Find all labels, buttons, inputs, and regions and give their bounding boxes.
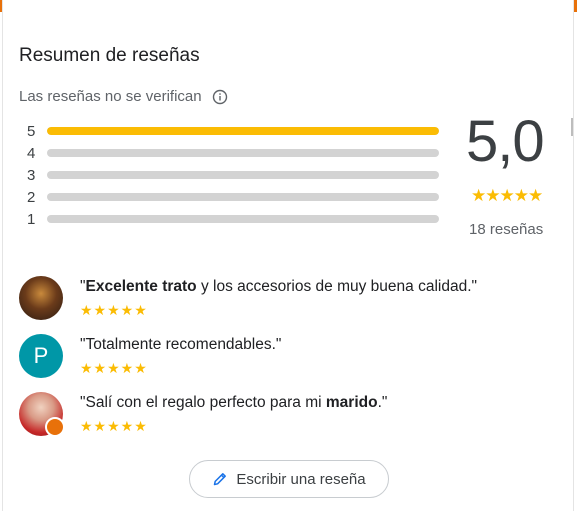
rating-row-label: 1: [27, 210, 36, 228]
rating-row-label: 2: [27, 188, 36, 206]
rating-row-1[interactable]: 1: [27, 208, 439, 230]
rating-row-4[interactable]: 4: [27, 142, 439, 164]
review-body: "Totalmente recomendables." ★★★★★: [80, 334, 281, 378]
review-stars: ★★★★★: [80, 360, 148, 376]
review-text-post: .": [377, 394, 388, 411]
rating-row-3[interactable]: 3: [27, 164, 439, 186]
review-highlight: Excelente trato: [85, 278, 197, 295]
rating-row-label: 5: [27, 122, 36, 140]
average-stars: ★★★★★: [471, 186, 543, 205]
review-item[interactable]: "Salí con el regalo perfecto para mi mar…: [19, 392, 387, 437]
review-item[interactable]: "Excelente trato y los accesorios de muy…: [19, 276, 477, 320]
review-body: "Excelente trato y los accesorios de muy…: [80, 276, 477, 320]
avatar[interactable]: [19, 276, 63, 320]
local-guide-badge-icon: [45, 417, 65, 437]
avatar[interactable]: [19, 392, 65, 437]
total-reviews-link[interactable]: 18 reseñas: [469, 221, 543, 238]
rating-bar-track: [47, 193, 439, 201]
scrollbar-thumb[interactable]: [571, 118, 573, 136]
average-rating: 5,0: [466, 109, 545, 174]
rating-bar-track: [47, 215, 439, 223]
rating-row-label: 3: [27, 166, 36, 184]
verification-note-text: Las reseñas no se verifican: [19, 88, 202, 105]
write-review-label: Escribir una reseña: [236, 470, 366, 488]
write-review-button[interactable]: Escribir una reseña: [189, 460, 389, 498]
review-text: "Excelente trato y los accesorios de muy…: [80, 278, 477, 296]
pencil-icon: [214, 473, 227, 486]
avatar[interactable]: P: [19, 334, 63, 378]
rating-bar-fill: [47, 127, 439, 135]
rating-bar-track: [47, 171, 439, 179]
rating-row-label: 4: [27, 144, 36, 162]
review-body: "Salí con el regalo perfecto para mi mar…: [80, 392, 387, 436]
rating-row-2[interactable]: 2: [27, 186, 439, 208]
review-stars: ★★★★★: [80, 302, 148, 318]
review-item[interactable]: P "Totalmente recomendables." ★★★★★: [19, 334, 281, 378]
verification-note: Las reseñas no se verifican: [19, 88, 228, 105]
review-highlight: marido: [325, 394, 378, 411]
reviews-summary-panel: Resumen de reseñas Las reseñas no se ver…: [2, 0, 574, 511]
rating-bar-track: [47, 127, 439, 135]
review-stars: ★★★★★: [80, 418, 148, 434]
review-text: "Salí con el regalo perfecto para mi mar…: [80, 394, 387, 412]
rating-distribution: 5 4 3 2 1: [27, 120, 439, 230]
review-text-rest: y los accesorios de muy buena calidad.": [196, 278, 478, 295]
rating-bar-track: [47, 149, 439, 157]
info-icon[interactable]: [212, 89, 228, 105]
panel-title: Resumen de reseñas: [19, 45, 200, 66]
review-text-pre: "Salí con el regalo perfecto para mi: [80, 394, 326, 411]
review-text: "Totalmente recomendables.": [80, 336, 282, 353]
rating-row-5[interactable]: 5: [27, 120, 439, 142]
